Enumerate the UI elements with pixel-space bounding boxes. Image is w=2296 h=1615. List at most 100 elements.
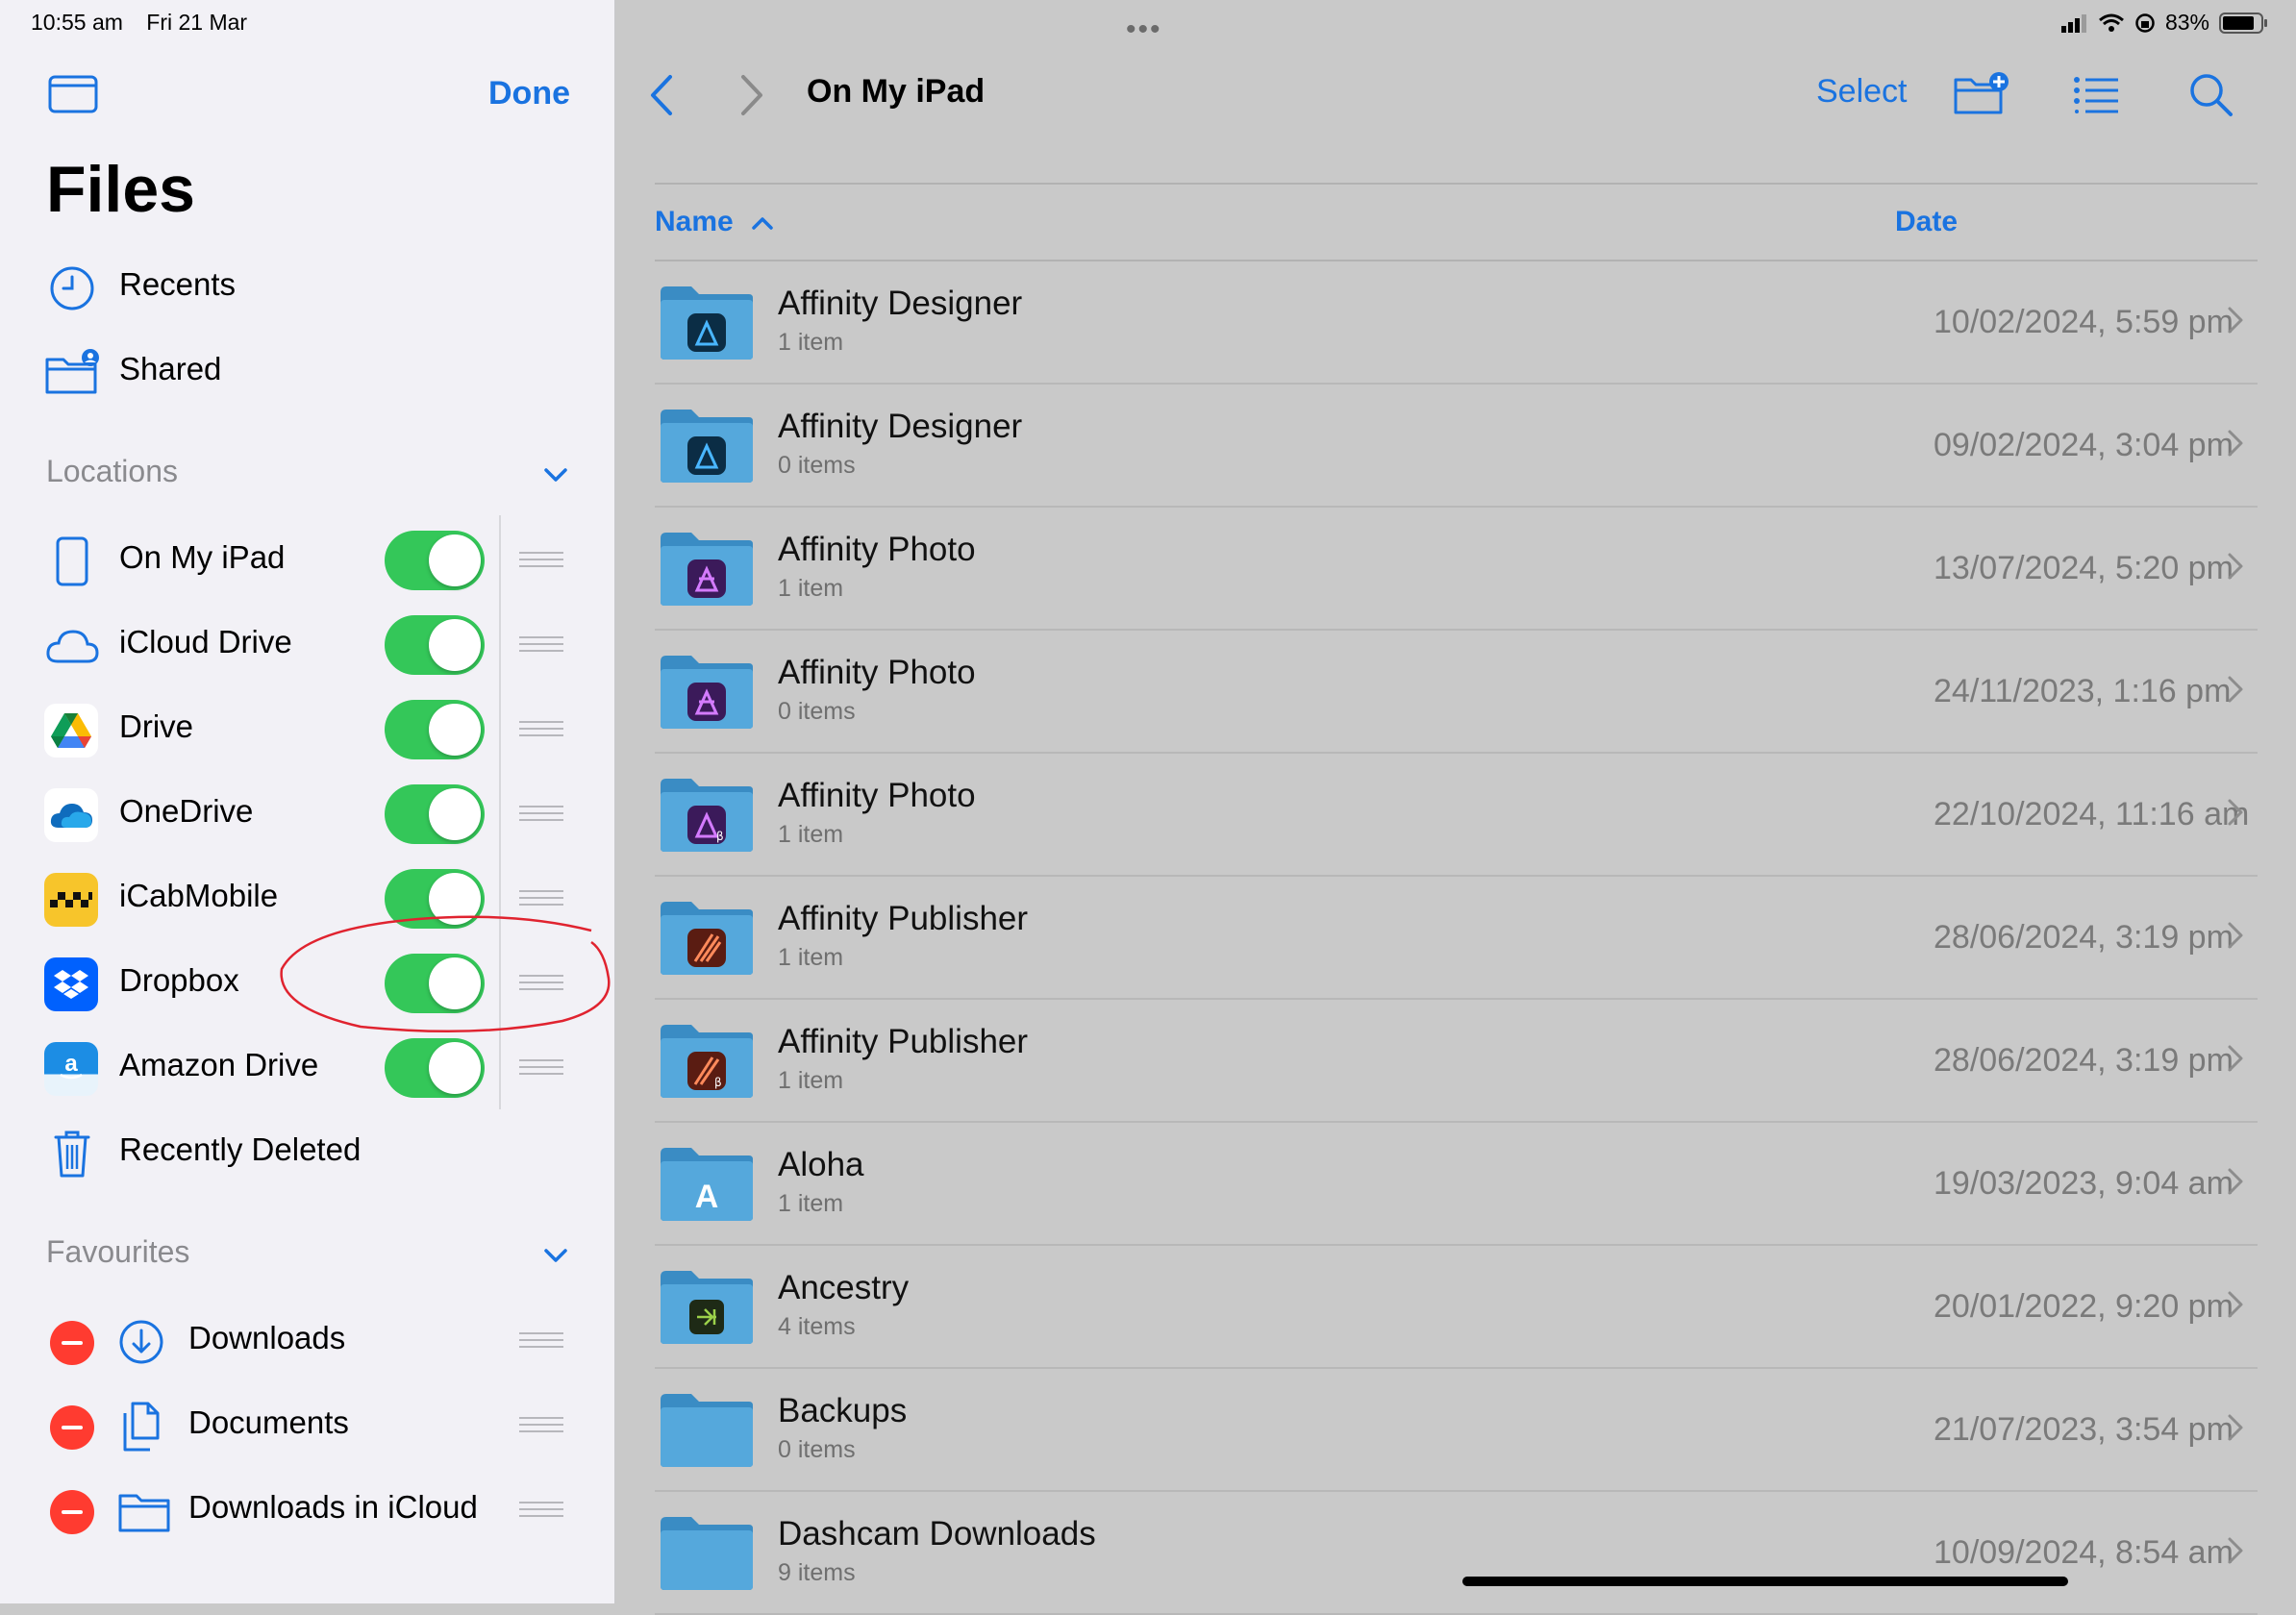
sidebar-item-recents[interactable]: Recents — [0, 246, 615, 323]
chevron-down-icon[interactable] — [538, 1238, 573, 1273]
column-header-name[interactable]: Name — [655, 206, 774, 238]
sidebar-item-shared[interactable]: Shared — [0, 331, 615, 408]
svg-text:a: a — [64, 1051, 78, 1077]
file-browser: ••• 83% On My iPad Select Name Date Affi… — [616, 0, 2296, 1615]
chevron-down-icon[interactable] — [538, 458, 573, 492]
battery-icon — [2219, 12, 2267, 34]
sidebar-item-recently-deleted[interactable]: Recently Deleted — [0, 1111, 615, 1188]
home-indicator[interactable] — [1462, 1577, 2068, 1586]
file-row[interactable]: A Aloha 1 item 19/03/2023, 9:04 am — [655, 1123, 2258, 1246]
toggle-onedrive[interactable] — [385, 784, 485, 844]
file-name: Aloha — [778, 1146, 864, 1183]
file-row[interactable]: β Affinity Publisher 1 item 28/06/2024, 3:1… — [655, 1000, 2258, 1123]
remove-favourite-button[interactable] — [50, 1490, 94, 1534]
folder-icon — [661, 533, 753, 606]
reorder-handle-icon[interactable] — [519, 1502, 563, 1521]
location-title: On My iPad — [807, 73, 986, 110]
new-folder-icon[interactable] — [1953, 71, 2010, 115]
affinity-designer-icon — [687, 313, 726, 352]
file-row[interactable]: Affinity Publisher 1 item 28/06/2024, 3:19… — [655, 877, 2258, 1000]
status-bar-left: 10:55 am Fri 21 Mar — [31, 10, 247, 36]
file-row[interactable]: Dashcam Downloads 9 items 10/09/2024, 8:54… — [655, 1492, 2258, 1615]
sidebar-item-label: Shared — [119, 351, 222, 386]
sidebar-item-amazon-drive[interactable]: a Amazon Drive — [0, 1027, 615, 1104]
sidebar-item-label: Drive — [119, 708, 194, 744]
toggle-drive[interactable] — [385, 700, 485, 759]
file-date: 21/07/2023, 3:54 pm — [1934, 1411, 2234, 1448]
sidebar-item-label: Recently Deleted — [119, 1131, 362, 1167]
icloud-icon — [46, 630, 99, 663]
toggle-dropbox[interactable] — [385, 954, 485, 1013]
sidebar-item-label: Amazon Drive — [119, 1047, 319, 1082]
folder-icon — [661, 1517, 753, 1590]
sort-ascending-icon — [752, 217, 773, 230]
reorder-handle-icon[interactable] — [519, 552, 563, 571]
reorder-handle-icon[interactable] — [519, 975, 563, 994]
file-date: 28/06/2024, 3:19 pm — [1934, 1042, 2234, 1079]
favourites-header: Favourites — [46, 1234, 190, 1269]
reorder-handle-icon[interactable] — [519, 1417, 563, 1436]
wifi-icon — [2098, 13, 2124, 32]
file-row[interactable]: β Affinity Photo 1 item 22/10/2024, 11:16 a… — [655, 754, 2258, 877]
sidebar-item-on-my-ipad[interactable]: On My iPad — [0, 519, 615, 596]
reorder-handle-icon[interactable] — [519, 636, 563, 656]
file-row[interactable]: Affinity Photo 0 items 24/11/2023, 1:16 pm — [655, 631, 2258, 754]
file-item-count: 1 item — [778, 1190, 844, 1217]
reorder-handle-icon[interactable] — [519, 1332, 563, 1352]
sidebar-item-label: Downloads — [188, 1320, 346, 1355]
back-chevron-icon[interactable] — [647, 73, 676, 117]
file-name: Affinity Publisher — [778, 900, 1029, 937]
file-row[interactable]: Affinity Photo 1 item 13/07/2024, 5:20 pm — [655, 508, 2258, 631]
file-item-count: 1 item — [778, 575, 844, 602]
file-date: 10/09/2024, 8:54 am — [1934, 1534, 2234, 1571]
affinity-photo-icon — [687, 683, 726, 721]
sidebar-item-dropbox[interactable]: Dropbox — [0, 942, 615, 1019]
reorder-handle-icon[interactable] — [519, 1059, 563, 1079]
reorder-handle-icon[interactable] — [519, 721, 563, 740]
toggle-amazon-drive[interactable] — [385, 1038, 485, 1098]
reorder-handle-icon[interactable] — [519, 890, 563, 909]
svg-text:A: A — [695, 1179, 719, 1215]
favourite-item-downloads[interactable]: Downloads — [0, 1300, 615, 1377]
sidebar-item-label: Downloads in iCloud — [188, 1489, 478, 1525]
sidebar-item-icabmobile[interactable]: iCabMobile — [0, 857, 615, 934]
select-button[interactable]: Select — [1816, 73, 1908, 111]
file-item-count: 0 items — [778, 1436, 856, 1463]
done-button[interactable]: Done — [488, 75, 570, 112]
multitasking-dots-icon[interactable]: ••• — [1126, 13, 1162, 46]
file-row[interactable]: Ancestry 4 items 20/01/2022, 9:20 pm — [655, 1246, 2258, 1369]
file-name: Ancestry — [778, 1269, 910, 1306]
list-view-icon[interactable] — [2073, 75, 2121, 113]
file-row[interactable]: Backups 0 items 21/07/2023, 3:54 pm — [655, 1369, 2258, 1492]
sidebar: 10:55 am Fri 21 Mar Done Files Recents S… — [0, 0, 615, 1603]
remove-favourite-button[interactable] — [50, 1405, 94, 1450]
file-date: 09/02/2024, 3:04 pm — [1934, 427, 2234, 463]
folder-icon: β — [661, 779, 753, 852]
sidebar-item-onedrive[interactable]: OneDrive — [0, 773, 615, 850]
ipad-icon — [56, 536, 88, 586]
trash-icon — [54, 1130, 90, 1178]
sidebar-item-icloud-drive[interactable]: iCloud Drive — [0, 604, 615, 681]
sidebar-item-label: OneDrive — [119, 793, 254, 829]
remove-favourite-button[interactable] — [50, 1321, 94, 1365]
file-item-count: 4 items — [778, 1313, 856, 1340]
forward-chevron-icon[interactable] — [737, 73, 766, 117]
affinity-designer-icon — [687, 436, 726, 475]
folder-icon: A — [661, 1148, 753, 1221]
favourite-item-documents[interactable]: Documents — [0, 1384, 615, 1461]
sidebar-toggle-icon[interactable] — [48, 75, 98, 113]
toggle-icloud-drive[interactable] — [385, 615, 485, 675]
search-icon[interactable] — [2187, 71, 2234, 117]
toggle-icabmobile[interactable] — [385, 869, 485, 929]
toggle-on-my-ipad[interactable] — [385, 531, 485, 590]
chevron-right-icon — [2228, 922, 2243, 949]
column-header-date[interactable]: Date — [1895, 206, 1958, 238]
reorder-handle-icon[interactable] — [519, 806, 563, 825]
file-name: Affinity Designer — [778, 408, 1023, 445]
file-row[interactable]: Affinity Designer 1 item 10/02/2024, 5:59 … — [655, 261, 2258, 385]
sidebar-item-drive[interactable]: Drive — [0, 688, 615, 765]
favourite-item-downloads-in-icloud[interactable]: Downloads in iCloud — [0, 1469, 615, 1546]
file-row[interactable]: Affinity Designer 0 items 09/02/2024, 3:04… — [655, 385, 2258, 508]
folder-icon: β — [661, 1025, 753, 1098]
affinity-publisher-icon — [687, 929, 726, 967]
